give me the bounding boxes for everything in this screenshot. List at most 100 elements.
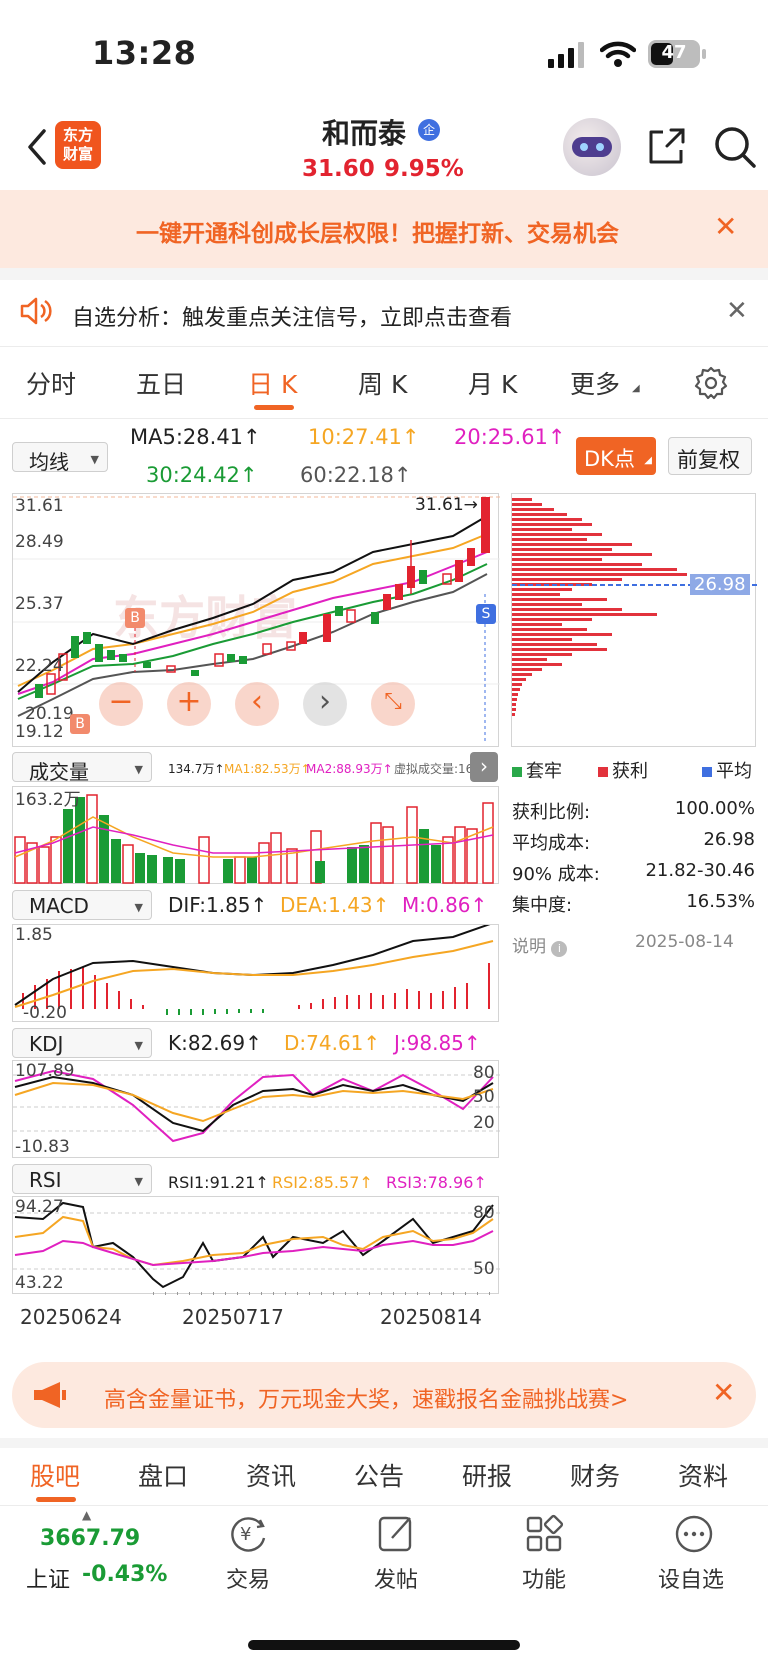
megaphone-icon (34, 1382, 66, 1408)
tab-intraday[interactable]: 分时 (26, 365, 76, 401)
tab-forum[interactable]: 股吧 (30, 1457, 80, 1493)
index-change[interactable]: -0.43% (82, 1562, 167, 1587)
notice-bar[interactable]: 自选分析：触发重点关注信号，立即点击查看 ✕ (0, 280, 768, 346)
chevron-right-icon[interactable]: › (470, 752, 498, 782)
more-icon[interactable] (672, 1512, 716, 1556)
indicator-select-ma[interactable]: 均线 ▼ (12, 442, 108, 474)
tab-order-book[interactable]: 盘口 (138, 1457, 188, 1493)
active-tab-indicator (254, 405, 294, 410)
stat-value: 16.53% (686, 891, 755, 912)
expand-icon[interactable]: ⤡ (371, 682, 415, 726)
y-axis-label: 19.12 (15, 722, 64, 742)
indicator-select-volume[interactable]: 成交量 ▼ (12, 752, 152, 784)
tab-research[interactable]: 研报 (462, 1457, 512, 1493)
grid-icon[interactable] (522, 1512, 566, 1556)
chevron-left-icon[interactable]: ‹ (235, 682, 279, 726)
chevron-down-icon: ◢ (632, 383, 640, 394)
ma10-value: 10:27.41↑ (308, 425, 420, 449)
close-icon[interactable]: ✕ (726, 296, 748, 326)
kdj-d: D:74.61↑ (284, 1031, 381, 1055)
divider (0, 1505, 768, 1506)
macd-dif: DIF:1.85↑ (168, 893, 268, 917)
tab-profile[interactable]: 资料 (678, 1457, 728, 1493)
chevron-down-icon: ▼ (134, 901, 143, 914)
index-value[interactable]: 3667.79 (40, 1526, 140, 1551)
ai-assistant-visor (572, 137, 612, 157)
active-tab-indicator (36, 1497, 76, 1502)
stat-value: 26.98 (703, 829, 755, 850)
kdj-y-top: 107.89 (15, 1061, 75, 1081)
nav-post[interactable]: 发帖 (374, 1562, 418, 1594)
speaker-icon (20, 297, 52, 325)
forward-adjust-button[interactable]: 前复权 (668, 437, 752, 475)
battery-icon: 47 (648, 40, 700, 68)
rsi1-value: RSI1:91.21↑ (168, 1173, 269, 1192)
signal-icon (548, 42, 584, 68)
rsi-lines (13, 1201, 500, 1295)
stat-label: 获利比例: (512, 802, 591, 823)
macd-dea: DEA:1.43↑ (280, 893, 390, 917)
y-axis-label: 28.49 (15, 532, 64, 552)
stock-name: 和而泰 (322, 117, 407, 150)
chevron-down-icon: ▼ (90, 453, 99, 466)
enterprise-badge: 企 (418, 119, 440, 141)
volume-bars (14, 794, 494, 884)
close-icon[interactable]: ✕ (712, 1376, 735, 1409)
note-date: 2025-08-14 (635, 932, 734, 952)
macd-y-bottom: -0.20 (23, 1003, 67, 1023)
info-icon: i (551, 941, 568, 957)
nav-add-watchlist[interactable]: 设自选 (658, 1562, 724, 1594)
note-link[interactable]: 说明 i (512, 932, 568, 957)
avg-cost-label: 26.98 (690, 574, 750, 595)
zoom-in-button[interactable]: + (167, 682, 211, 726)
indicator-select-kdj[interactable]: KDJ ▼ (12, 1028, 152, 1058)
volume-chart: 163.2万 (12, 786, 499, 884)
sell-marker: S (476, 604, 496, 624)
notice-text: 自选分析：触发重点关注信号，立即点击查看 (72, 306, 513, 331)
chevron-right-icon[interactable]: › (303, 682, 347, 726)
nav-functions[interactable]: 功能 (522, 1562, 566, 1594)
divider (0, 1438, 768, 1448)
kdj-k: K:82.69↑ (168, 1031, 262, 1055)
divider (0, 268, 768, 280)
battery-tip (702, 49, 706, 59)
kline-chart[interactable]: 东方财富 31.61 28.49 25.37 22.24 20.19 19.12… (12, 493, 500, 747)
promo-banner-bottom[interactable]: 高含金量证书，万元现金大奖，速戳报名金融挑战赛> ✕ (12, 1362, 756, 1428)
volume-ma2: MA2:88.93万↑ (306, 762, 393, 776)
stock-price: 31.60 (302, 156, 375, 182)
kdj-j: J:98.85↑ (394, 1031, 481, 1055)
status-bar: 13:28 47 (0, 0, 768, 110)
promo-banner-top[interactable]: 一键开通科创成长层权限！把握打新、交易机会 ✕ (0, 190, 768, 268)
triangle-up-icon: ▲ (82, 1508, 92, 1522)
ma5-value: MA5:28.41↑ (130, 425, 261, 449)
tab-weekly-k[interactable]: 周 K (358, 365, 407, 401)
stat-label: 集中度: (512, 895, 573, 916)
rsi2-value: RSI2:85.57↑ (272, 1173, 373, 1192)
index-name[interactable]: 上证 (26, 1562, 70, 1594)
yen-icon[interactable]: ¥ (226, 1512, 270, 1556)
indicator-select-rsi[interactable]: RSI ▼ (12, 1164, 152, 1194)
tab-daily-k[interactable]: 日 K (248, 365, 297, 401)
divider (0, 346, 768, 347)
tab-monthly-k[interactable]: 月 K (468, 365, 517, 401)
gear-icon[interactable] (693, 365, 729, 401)
home-indicator[interactable] (248, 1640, 520, 1650)
close-icon[interactable]: ✕ (714, 210, 737, 243)
nav-trade[interactable]: 交易 (226, 1562, 270, 1594)
edit-icon[interactable] (374, 1512, 418, 1556)
tab-more[interactable]: 更多 (570, 365, 620, 401)
share-icon[interactable] (645, 126, 687, 168)
zoom-out-button[interactable]: − (99, 682, 143, 726)
dk-point-button[interactable]: DK点 ◢ (576, 437, 656, 475)
rsi-y-top: 94.27 (15, 1197, 64, 1217)
tab-five-day[interactable]: 五日 (136, 365, 186, 401)
tab-news[interactable]: 资讯 (246, 1457, 296, 1493)
date-label: 20250624 (20, 1305, 122, 1329)
search-icon[interactable] (712, 124, 758, 170)
back-icon[interactable] (18, 125, 58, 169)
rsi3-value: RSI3:78.96↑ (386, 1173, 487, 1192)
tab-announcements[interactable]: 公告 (354, 1457, 404, 1493)
buy-marker: B (125, 608, 145, 628)
tab-finance[interactable]: 财务 (570, 1457, 620, 1493)
indicator-select-macd[interactable]: MACD ▼ (12, 890, 152, 920)
